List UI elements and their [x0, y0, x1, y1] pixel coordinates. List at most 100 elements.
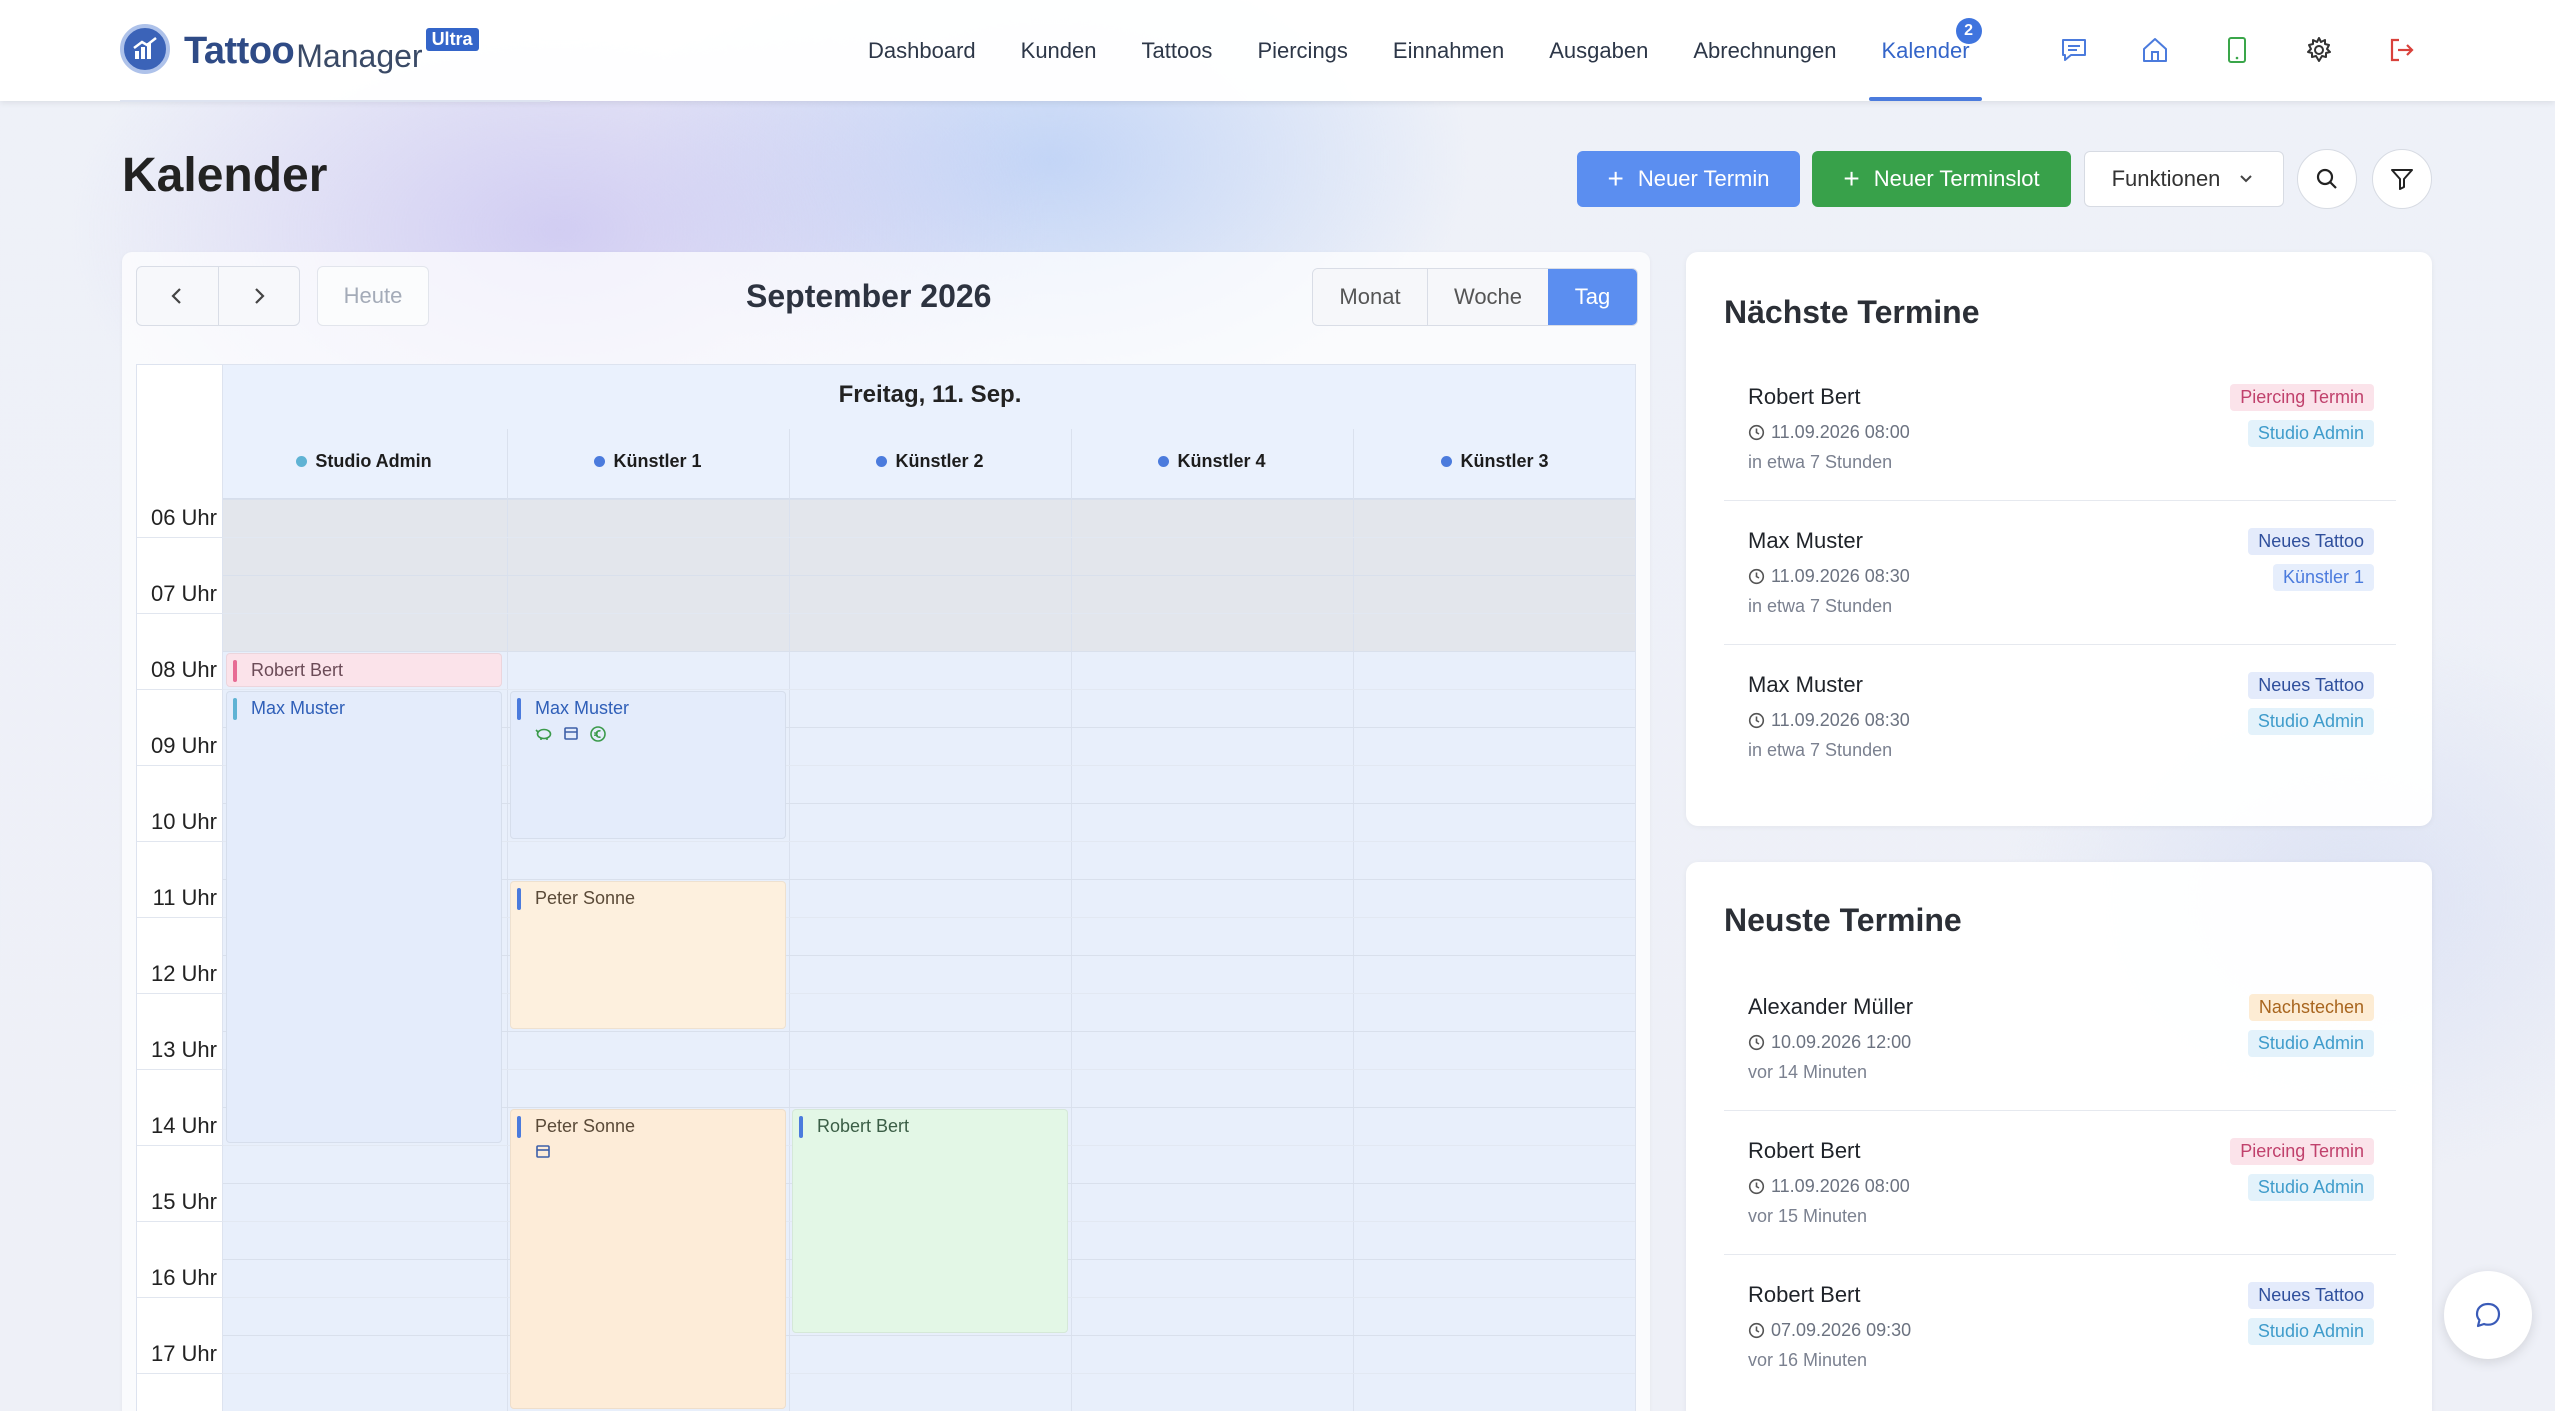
calendar-event[interactable]: Robert Bert — [792, 1109, 1068, 1333]
clock-icon — [1748, 568, 1765, 585]
logout-icon[interactable] — [2385, 34, 2417, 66]
appointment-customer: Robert Bert — [1748, 384, 1861, 409]
hour-label: 08 Uhr — [150, 657, 217, 682]
appointment-item[interactable]: Alexander Müller 10.09.2026 12:00 vor 14 M… — [1724, 994, 2396, 1138]
gear-icon[interactable] — [2303, 34, 2335, 66]
appointment-customer: Max Muster — [1748, 528, 1863, 553]
appointment-artist-badge: Studio Admin — [2247, 420, 2374, 447]
event-accent-bar — [799, 1116, 803, 1138]
time-separator — [137, 1145, 223, 1146]
app-logo[interactable]: Tattoo Manager Ultra — [120, 24, 479, 74]
chat-fab-button[interactable] — [2444, 1271, 2532, 1359]
next-appointments-title: Nächste Termine — [1724, 294, 1980, 330]
list-divider — [1724, 1110, 2396, 1111]
time-separator — [137, 917, 223, 918]
calendar-icon — [535, 1143, 551, 1164]
day-grid: 06 Uhr 07 Uhr 08 Uhr 09 Uhr 10 Uhr 11 Uhr 12 U… — [136, 364, 1636, 1411]
chat-icon[interactable] — [2058, 34, 2090, 66]
appointment-datetime: 11.09.2026 08:00 — [1748, 1176, 1910, 1197]
appointment-datetime: 11.09.2026 08:00 — [1748, 422, 1910, 443]
event-title: Robert Bert — [251, 660, 344, 680]
calendar-event[interactable]: Max Muster — [226, 691, 502, 1143]
column-divider — [1353, 429, 1354, 1411]
new-slot-button[interactable]: + Neuer Terminslot — [1812, 151, 2071, 207]
calendar-event[interactable]: Max Muster — [510, 691, 786, 839]
calendar-event[interactable]: Peter Sonne — [510, 881, 786, 1029]
new-appointment-button[interactable]: + Neuer Termin — [1577, 151, 1800, 207]
appointment-item[interactable]: Robert Bert 07.09.2026 09:30 vor 16 Minute… — [1724, 1282, 2396, 1411]
resource-header-kunstler-4[interactable]: Künstler 4 — [1071, 451, 1353, 472]
hour-line — [223, 575, 1635, 576]
main-nav: Dashboard Kunden Tattoos Piercings Einna… — [868, 0, 2015, 101]
appointment-artist-badge: Studio Admin — [2247, 708, 2374, 735]
appointment-item[interactable]: Robert Bert 11.09.2026 08:00 vor 15 Minute… — [1724, 1138, 2396, 1282]
nav-piercings[interactable]: Piercings — [1257, 0, 1347, 101]
event-title: Max Muster — [535, 698, 630, 718]
appointment-datetime: 11.09.2026 08:30 — [1748, 710, 1910, 731]
home-icon[interactable] — [2139, 34, 2171, 66]
brand-name: Tattoo — [184, 29, 295, 72]
clock-icon — [1748, 1178, 1765, 1195]
nav-dashboard[interactable]: Dashboard — [868, 0, 976, 101]
appointment-datetime-text: 10.09.2026 12:00 — [1771, 1032, 1912, 1052]
nav-einnahmen[interactable]: Einnahmen — [1393, 0, 1504, 101]
resource-header-studio-admin[interactable]: Studio Admin — [223, 451, 505, 472]
appointment-item[interactable]: Max Muster 11.09.2026 08:30 in etwa 7 Stun… — [1724, 672, 2396, 816]
time-separator — [137, 841, 223, 842]
calendar-title: September 2026 — [746, 278, 992, 314]
column-divider — [507, 429, 508, 1411]
list-divider — [1724, 500, 2396, 501]
hour-label: 11 Uhr — [152, 885, 217, 910]
nav-ausgaben[interactable]: Ausgaben — [1549, 0, 1648, 101]
time-separator — [137, 765, 223, 766]
functions-label: Funktionen — [2111, 166, 2221, 191]
functions-dropdown[interactable]: Funktionen — [2084, 151, 2284, 207]
time-separator — [137, 689, 223, 690]
view-month-button[interactable]: Monat — [1313, 269, 1427, 325]
today-button[interactable]: Heute — [317, 266, 429, 326]
appointment-relative-time: in etwa 7 Stunden — [1748, 740, 1893, 760]
event-title: Robert Bert — [817, 1116, 910, 1136]
search-button[interactable] — [2297, 149, 2357, 209]
event-accent-bar — [517, 1116, 521, 1138]
event-accent-bar — [517, 698, 521, 720]
appointment-artist-badge: Studio Admin — [2247, 1318, 2374, 1345]
hour-label: 06 Uhr — [150, 505, 217, 530]
filter-button[interactable] — [2372, 149, 2432, 209]
calendar-event[interactable]: Peter Sonne — [510, 1109, 786, 1409]
half-hour-line — [223, 613, 1635, 614]
time-separator — [137, 1297, 223, 1298]
resource-header-kunstler-1[interactable]: Künstler 1 — [507, 451, 789, 472]
view-day-button[interactable]: Tag — [1548, 269, 1637, 325]
column-divider — [1071, 429, 1072, 1411]
appointment-datetime-text: 11.09.2026 08:00 — [1771, 1176, 1910, 1196]
logo-icon — [120, 24, 170, 74]
nav-kunden[interactable]: Kunden — [1021, 0, 1097, 101]
tablet-icon[interactable] — [2221, 34, 2253, 66]
appointment-datetime-text: 11.09.2026 08:30 — [1771, 566, 1910, 586]
calendar-event[interactable]: Robert Bert — [226, 653, 502, 687]
nav-tattoos[interactable]: Tattoos — [1142, 0, 1213, 101]
resource-name: Künstler 4 — [1177, 451, 1266, 471]
plus-icon: + — [1607, 163, 1624, 194]
resource-header-kunstler-2[interactable]: Künstler 2 — [789, 451, 1071, 472]
event-title: Max Muster — [251, 698, 346, 718]
resource-name: Künstler 3 — [1460, 451, 1549, 471]
appointment-type-badge: Piercing Termin — [2230, 384, 2374, 411]
clock-icon — [1748, 424, 1765, 441]
next-appointments-card: Nächste Termine Robert Bert 11.09.2026 08… — [1686, 252, 2432, 826]
nav-abrechnungen[interactable]: Abrechnungen — [1693, 0, 1836, 101]
appointment-item[interactable]: Max Muster 11.09.2026 08:30 in etwa 7 Stun… — [1724, 528, 2396, 672]
time-separator — [137, 1069, 223, 1070]
view-week-button[interactable]: Woche — [1427, 269, 1548, 325]
hour-label: 16 Uhr — [150, 1265, 217, 1290]
appointment-item[interactable]: Robert Bert 11.09.2026 08:00 in etwa 7 Stu… — [1724, 384, 2396, 528]
resource-color-dot — [876, 456, 888, 467]
prev-button[interactable] — [137, 267, 218, 325]
time-separator — [137, 993, 223, 994]
edition-badge: Ultra — [425, 27, 479, 51]
appointment-relative-time: vor 16 Minuten — [1748, 1350, 1868, 1370]
next-button[interactable] — [217, 267, 300, 325]
nav-kalender[interactable]: Kalender 2 — [1869, 0, 1982, 101]
resource-header-kunstler-3[interactable]: Künstler 3 — [1353, 451, 1635, 472]
